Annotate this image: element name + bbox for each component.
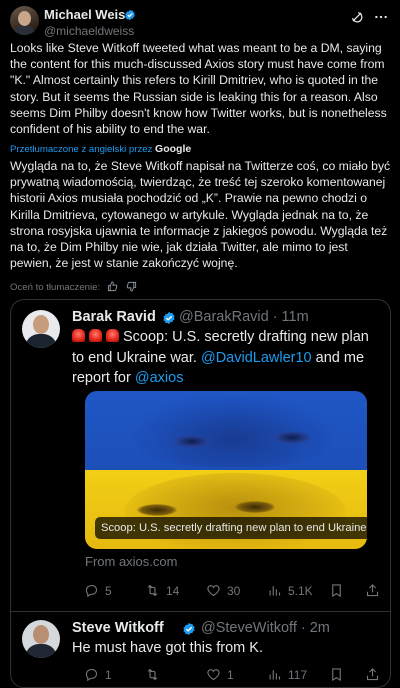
eye-shape [235, 501, 275, 513]
translation-note-label: Przetłumaczone z angielski przez [10, 144, 153, 155]
translation-provider: Google [155, 143, 192, 155]
views-button[interactable]: 5.1K [267, 583, 313, 598]
reply-icon [85, 668, 98, 682]
bookmark-button[interactable] [329, 583, 344, 598]
repost-icon [147, 668, 158, 681]
share-icon [366, 668, 379, 681]
link-preview-image[interactable]: Scoop: U.S. secretly drafting new plan t… [85, 391, 367, 549]
divider [11, 611, 390, 612]
post-text: Looks like Steve Witkoff tweeted what wa… [10, 41, 387, 137]
like-button[interactable]: 30 [206, 583, 240, 598]
siren-icon [106, 329, 119, 342]
eye-shape [273, 431, 311, 444]
reply-icon [85, 584, 98, 598]
reply-author-handle[interactable]: @SteveWitkoff · 2m [201, 620, 330, 636]
share-icon [366, 584, 379, 597]
quoted-author-name[interactable]: Barak Ravid [72, 309, 156, 325]
mention-link[interactable]: @DavidLawler10 [201, 350, 312, 366]
reply-button[interactable]: 1 [84, 667, 112, 682]
quoted-thread-card[interactable]: Barak Ravid @BarakRavid · 11m Scoop: U.S… [10, 299, 391, 688]
views-icon [269, 586, 281, 596]
verified-badge-icon [163, 311, 175, 325]
quoted-action-bar: 5 14 30 5.1K [84, 583, 384, 601]
post: Michael Weiss @michaeldweiss Looks like … [0, 0, 400, 688]
siren-icon [72, 329, 85, 342]
views-count: 5.1K [288, 583, 313, 598]
translated-text: Wygląda na to, że Steve Witkoff napisał … [10, 159, 391, 271]
bookmark-icon [332, 668, 341, 682]
author-name[interactable]: Michael Weiss [44, 7, 133, 22]
author-handle[interactable]: @michaeldweiss [44, 24, 134, 38]
reply-text: He must have got this from K. [72, 640, 263, 656]
like-button[interactable]: 1 [206, 667, 234, 682]
quoted-author-handle[interactable]: @BarakRavid · 11m [179, 309, 309, 325]
verified-badge-icon [183, 622, 195, 636]
reply-button[interactable]: 5 [84, 583, 112, 598]
rate-translation: Oceń to tłumaczenie: [10, 281, 137, 293]
like-count: 30 [227, 583, 241, 598]
media-caption: Scoop: U.S. secretly drafting new plan t… [95, 517, 367, 539]
verified-badge-icon [125, 9, 135, 21]
views-icon [269, 670, 281, 680]
grok-icon[interactable] [350, 10, 364, 24]
reply-author-name[interactable]: Steve Witkoff [72, 620, 164, 636]
thumbs-down-icon[interactable] [126, 281, 137, 292]
like-icon [207, 669, 220, 681]
repost-icon [147, 584, 158, 597]
share-button[interactable] [365, 583, 380, 598]
views-count: 117 [288, 667, 308, 682]
reply-avatar[interactable] [22, 620, 60, 658]
bookmark-icon [332, 584, 341, 598]
bookmark-button[interactable] [329, 667, 344, 682]
repost-button[interactable]: 14 [145, 583, 179, 598]
post-header: Michael Weiss @michaeldweiss [10, 6, 390, 40]
mention-link[interactable]: @axios [135, 370, 184, 386]
quoted-text: Scoop: U.S. secretly drafting new plan t… [72, 327, 384, 389]
thumbs-up-icon[interactable] [107, 281, 118, 292]
link-source[interactable]: From axios.com [85, 554, 177, 569]
quoted-avatar[interactable] [22, 310, 60, 348]
avatar[interactable] [10, 6, 39, 35]
rate-label: Oceń to tłumaczenie: [10, 282, 101, 293]
eye-shape [137, 504, 177, 516]
reply-count: 1 [105, 667, 112, 682]
face-overlay-top [133, 395, 333, 467]
like-icon [207, 585, 220, 597]
eye-shape [173, 435, 211, 448]
like-count: 1 [227, 667, 234, 682]
repost-button[interactable] [145, 667, 166, 682]
repost-count: 14 [166, 583, 180, 598]
siren-icon [89, 329, 102, 342]
reply-action-bar: 1 1 117 [84, 667, 384, 685]
more-icon[interactable] [374, 10, 388, 24]
share-button[interactable] [365, 667, 380, 682]
translation-note[interactable]: Przetłumaczone z angielski przez Google [10, 143, 191, 155]
views-button[interactable]: 117 [267, 667, 307, 682]
reply-count: 5 [105, 583, 112, 598]
